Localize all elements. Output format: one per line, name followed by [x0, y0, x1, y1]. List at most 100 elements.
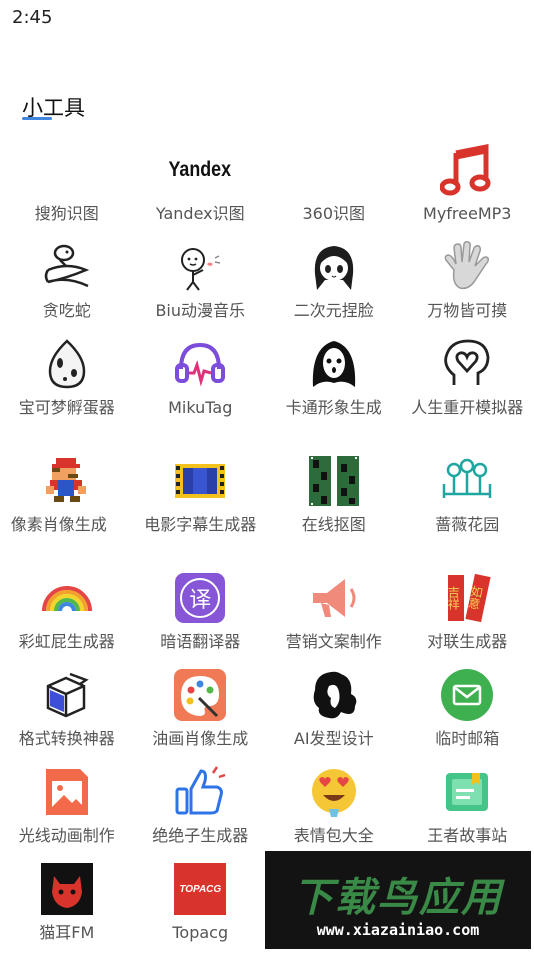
- tool-label: 油画肖像生成: [144, 729, 256, 748]
- tool-label: 王者故事站: [411, 826, 523, 845]
- tools-grid: 搜狗识图 Yandex Yandex识图 360识图 MyfreeMP3 贪吃蛇: [0, 138, 534, 954]
- tool-item-topacg[interactable]: TOPACG Topacg: [134, 857, 268, 954]
- thumbs-up-icon: [172, 764, 228, 820]
- tool-label: MyfreeMP3: [411, 204, 523, 223]
- tool-item-360-image-search[interactable]: 360识图: [267, 138, 401, 235]
- tool-label: 360识图: [278, 204, 390, 223]
- tool-label: 绝绝子生成器: [144, 826, 256, 845]
- film-strip-icon: [172, 453, 228, 509]
- cat-ear-icon: [39, 861, 95, 917]
- tool-item-cartoon-avatar-maker[interactable]: 卡通形象生成: [267, 332, 401, 449]
- image-frame-icon: [39, 764, 95, 820]
- tool-label: 在线抠图: [278, 515, 390, 534]
- tool-label: 暗语翻译器: [144, 632, 256, 651]
- tool-item-couplet-generator[interactable]: 吉祥 如意 对联生成器: [401, 566, 534, 663]
- tool-label: 搜狗识图: [11, 204, 123, 223]
- tool-item-light-animation[interactable]: 光线动画制作: [0, 760, 134, 857]
- tool-item-biu-anime-music[interactable]: Biu动漫音乐: [134, 235, 268, 332]
- status-time: 2:45: [12, 7, 52, 28]
- couplet-right: 如意: [466, 574, 491, 622]
- tool-item-oil-portrait[interactable]: 油画肖像生成: [134, 663, 268, 760]
- tool-item-secret-translator[interactable]: 译 暗语翻译器: [134, 566, 268, 663]
- tool-item-snake-game[interactable]: 贪吃蛇: [0, 235, 134, 332]
- yandex-logo-icon: Yandex: [172, 142, 228, 198]
- tool-item-juejuezi-generator[interactable]: 绝绝子生成器: [134, 760, 268, 857]
- tool-label: 贪吃蛇: [11, 301, 123, 320]
- tool-item-temp-mailbox[interactable]: 临时邮箱: [401, 663, 534, 760]
- tool-label: 临时邮箱: [411, 729, 523, 748]
- cube-convert-icon: [39, 667, 95, 723]
- tool-label: AI发型设计: [278, 729, 390, 748]
- tool-label: 营销文案制作: [278, 632, 390, 651]
- film-grid-icon: [306, 453, 362, 509]
- tool-item-format-converter[interactable]: 格式转换神器: [0, 663, 134, 760]
- topacg-logo-text: TOPACG: [179, 884, 221, 895]
- tool-label: 表情包大全: [278, 826, 390, 845]
- doodle-character-icon: [172, 239, 228, 295]
- watermark-url: www.xiazainiao.com: [265, 921, 531, 939]
- tool-label: 人生重开模拟器: [411, 398, 523, 417]
- book-icon: [439, 764, 495, 820]
- tool-item-rainbow-compliment[interactable]: 彩虹屁生成器: [0, 566, 134, 663]
- tool-item-anime-face-maker[interactable]: 二次元捏脸: [267, 235, 401, 332]
- ghost-face-icon: [306, 336, 362, 392]
- music-note-icon: [439, 142, 495, 198]
- tool-label: 光线动画制作: [11, 826, 123, 845]
- tool-label: Yandex识图: [144, 204, 256, 223]
- tool-label: 蔷薇花园: [411, 515, 523, 534]
- tool-label: MikuTag: [144, 398, 256, 417]
- tool-label: 万物皆可摸: [411, 301, 523, 320]
- tool-label: 格式转换神器: [11, 729, 123, 748]
- watermark-banner: 下载鸟应用 www.xiazainiao.com: [265, 851, 531, 949]
- tool-label: 猫耳FM: [11, 923, 123, 942]
- tool-item-maoer-fm[interactable]: 猫耳FM: [0, 857, 134, 954]
- tool-label: 彩虹屁生成器: [11, 632, 123, 651]
- tool-label: 像素肖像生成: [11, 515, 123, 534]
- tool-item-movie-subtitle-maker[interactable]: 电影字幕生成器: [134, 449, 268, 566]
- tool-label: 对联生成器: [411, 632, 523, 651]
- couplet-icon: 吉祥 如意: [439, 570, 495, 626]
- tool-item-life-restart-simulator[interactable]: 人生重开模拟器: [401, 332, 534, 449]
- tool-label: 电影字幕生成器: [144, 515, 256, 534]
- tool-item-pixel-portrait[interactable]: 像素肖像生成: [0, 449, 134, 566]
- rainbow-icon: [39, 570, 95, 626]
- megaphone-icon: [306, 570, 362, 626]
- translate-icon: 译: [172, 570, 228, 626]
- tool-item-honor-of-kings-stories[interactable]: 王者故事站: [401, 760, 534, 857]
- blank-icon: [306, 142, 362, 198]
- mail-icon: [439, 667, 495, 723]
- garden-trees-icon: [439, 453, 495, 509]
- headphones-icon: [172, 336, 228, 392]
- tool-item-emoji-collection[interactable]: 表情包大全: [267, 760, 401, 857]
- tool-label: 宝可梦孵蛋器: [11, 398, 123, 417]
- hand-icon: [439, 239, 495, 295]
- tool-item-myfreemp3[interactable]: MyfreeMP3: [401, 138, 534, 235]
- egg-icon: [39, 336, 95, 392]
- tool-item-yandex-image-search[interactable]: Yandex Yandex识图: [134, 138, 268, 235]
- watermark-title: 下载鸟应用: [265, 865, 531, 923]
- tool-item-touch-everything[interactable]: 万物皆可摸: [401, 235, 534, 332]
- couplet-left: 吉祥: [448, 575, 464, 621]
- pixel-mario-icon: [39, 453, 95, 509]
- tool-item-online-cutout[interactable]: 在线抠图: [267, 449, 401, 566]
- tool-label: 卡通形象生成: [278, 398, 390, 417]
- emoji-heart-eyes-icon: [306, 764, 362, 820]
- blank-icon: [39, 142, 95, 198]
- tool-label: Biu动漫音乐: [144, 301, 256, 320]
- yandex-logo-text: Yandex: [169, 158, 232, 182]
- head-heart-icon: [439, 336, 495, 392]
- tool-label: 二次元捏脸: [278, 301, 390, 320]
- tool-item-sogou-image-search[interactable]: 搜狗识图: [0, 138, 134, 235]
- tool-item-rose-garden[interactable]: 蔷薇花园: [401, 449, 534, 566]
- snake-icon: [39, 239, 95, 295]
- tool-item-marketing-copy[interactable]: 营销文案制作: [267, 566, 401, 663]
- hair-silhouette-icon: [306, 667, 362, 723]
- tool-item-mikutag[interactable]: MikuTag: [134, 332, 268, 449]
- palette-icon: [172, 667, 228, 723]
- tool-item-ai-hairstyle[interactable]: AI发型设计: [267, 663, 401, 760]
- translate-glyph: 译: [189, 582, 211, 614]
- tool-item-pokemon-egg-hatcher[interactable]: 宝可梦孵蛋器: [0, 332, 134, 449]
- topacg-logo-icon: TOPACG: [172, 861, 228, 917]
- anime-girl-icon: [306, 239, 362, 295]
- tool-label: Topacg: [144, 923, 256, 942]
